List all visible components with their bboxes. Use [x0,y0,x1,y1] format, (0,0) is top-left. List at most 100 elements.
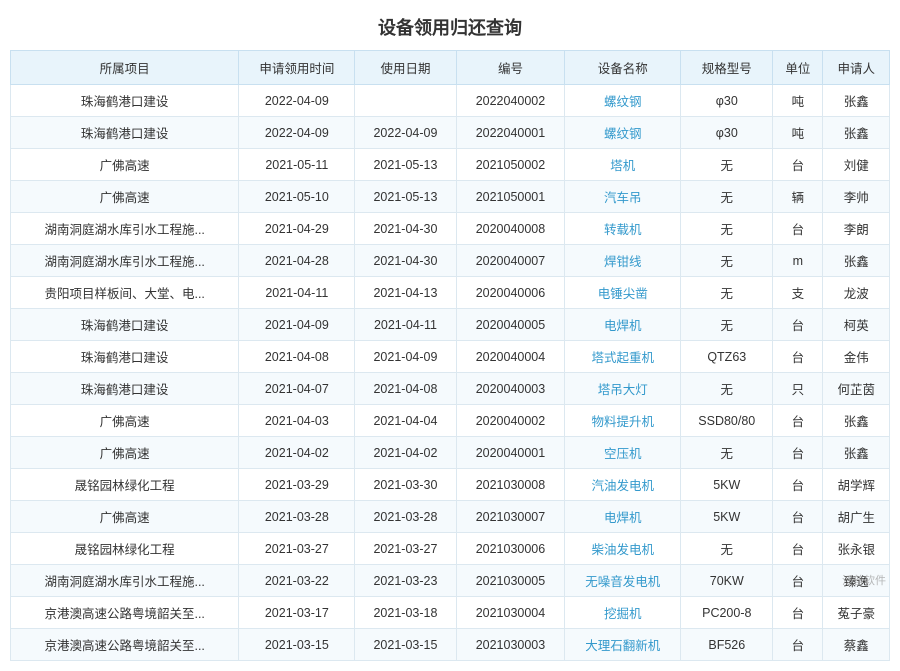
table-cell-13-0: 广佛高速 [11,501,239,533]
table-cell-2-1: 2021-05-11 [239,149,355,181]
table-cell-15-1: 2021-03-22 [239,565,355,597]
table-cell-1-1: 2022-04-09 [239,117,355,149]
table-cell-14-4[interactable]: 柴油发电机 [565,533,681,565]
table-cell-6-4[interactable]: 电锤尖凿 [565,277,681,309]
table-cell-16-0: 京港澳高速公路粤境韶关至... [11,597,239,629]
table-cell-8-0: 珠海鹤港口建设 [11,341,239,373]
table-cell-2-6: 台 [773,149,823,181]
table-cell-3-4[interactable]: 汽车吊 [565,181,681,213]
table-cell-17-4[interactable]: 大理石翻新机 [565,629,681,661]
table-cell-2-3: 2021050002 [456,149,565,181]
table-cell-1-7: 张鑫 [823,117,890,149]
table-cell-14-1: 2021-03-27 [239,533,355,565]
device-link[interactable]: 塔吊大灯 [598,383,648,397]
table-cell-14-7: 张永银 [823,533,890,565]
table-cell-14-5: 无 [681,533,773,565]
table-cell-14-0: 晟铭园林绿化工程 [11,533,239,565]
table-header-6: 单位 [773,51,823,85]
device-link[interactable]: 空压机 [604,447,642,461]
table-header-1: 申请领用时间 [239,51,355,85]
table-cell-9-1: 2021-04-07 [239,373,355,405]
table-cell-3-1: 2021-05-10 [239,181,355,213]
table-cell-15-0: 湖南洞庭湖水库引水工程施... [11,565,239,597]
device-link[interactable]: 螺纹钢 [604,127,642,141]
table-cell-16-3: 2021030004 [456,597,565,629]
device-link[interactable]: 汽油发电机 [591,479,654,493]
device-link[interactable]: 塔式起重机 [591,351,654,365]
device-link[interactable]: 螺纹钢 [604,95,642,109]
table-cell-15-6: 台 [773,565,823,597]
table-cell-9-5: 无 [681,373,773,405]
device-link[interactable]: 电焊机 [604,511,642,525]
table-cell-5-4[interactable]: 焊钳线 [565,245,681,277]
table-row: 湖南洞庭湖水库引水工程施...2021-04-282021-04-3020200… [11,245,890,277]
device-link[interactable]: 转载机 [604,223,642,237]
table-cell-11-0: 广佛高速 [11,437,239,469]
table-cell-16-5: PC200-8 [681,597,773,629]
watermark: 泛普软件 [842,572,886,588]
table-row: 湖南洞庭湖水库引水工程施...2021-04-292021-04-3020200… [11,213,890,245]
device-link[interactable]: 电锤尖凿 [598,287,648,301]
table-cell-0-6: 吨 [773,85,823,117]
table-cell-6-1: 2021-04-11 [239,277,355,309]
table-cell-13-4[interactable]: 电焊机 [565,501,681,533]
table-cell-4-3: 2020040008 [456,213,565,245]
table-row: 广佛高速2021-04-022021-04-022020040001空压机无台张… [11,437,890,469]
table-row: 珠海鹤港口建设2021-04-072021-04-082020040003塔吊大… [11,373,890,405]
table-cell-4-7: 李朗 [823,213,890,245]
table-cell-1-6: 吨 [773,117,823,149]
table-container: 所属项目申请领用时间使用日期编号设备名称规格型号单位申请人 珠海鹤港口建设202… [0,50,900,671]
table-cell-2-4[interactable]: 塔机 [565,149,681,181]
table-cell-8-3: 2020040004 [456,341,565,373]
table-cell-4-4[interactable]: 转载机 [565,213,681,245]
table-cell-16-4[interactable]: 挖掘机 [565,597,681,629]
table-cell-14-3: 2021030006 [456,533,565,565]
table-cell-0-0: 珠海鹤港口建设 [11,85,239,117]
table-cell-4-0: 湖南洞庭湖水库引水工程施... [11,213,239,245]
table-cell-1-4[interactable]: 螺纹钢 [565,117,681,149]
table-cell-7-4[interactable]: 电焊机 [565,309,681,341]
table-cell-17-6: 台 [773,629,823,661]
table-cell-16-7: 菟子豪 [823,597,890,629]
device-link[interactable]: 柴油发电机 [591,543,654,557]
table-cell-12-2: 2021-03-30 [355,469,456,501]
table-cell-9-4[interactable]: 塔吊大灯 [565,373,681,405]
table-cell-1-0: 珠海鹤港口建设 [11,117,239,149]
table-cell-15-4[interactable]: 无噪音发电机 [565,565,681,597]
table-cell-7-6: 台 [773,309,823,341]
table-cell-10-0: 广佛高速 [11,405,239,437]
table-cell-8-2: 2021-04-09 [355,341,456,373]
device-link[interactable]: 挖掘机 [604,607,642,621]
table-cell-17-7: 蔡鑫 [823,629,890,661]
device-link[interactable]: 无噪音发电机 [585,575,660,589]
table-cell-5-7: 张鑫 [823,245,890,277]
table-cell-10-1: 2021-04-03 [239,405,355,437]
table-cell-10-4[interactable]: 物料提升机 [565,405,681,437]
table-header-7: 申请人 [823,51,890,85]
table-cell-2-5: 无 [681,149,773,181]
table-cell-16-6: 台 [773,597,823,629]
table-cell-9-6: 只 [773,373,823,405]
table-cell-0-5: φ30 [681,85,773,117]
table-row: 广佛高速2021-04-032021-04-042020040002物料提升机S… [11,405,890,437]
table-cell-9-7: 何芷茵 [823,373,890,405]
table-cell-13-6: 台 [773,501,823,533]
table-header-4: 设备名称 [565,51,681,85]
table-cell-11-2: 2021-04-02 [355,437,456,469]
table-cell-0-3: 2022040002 [456,85,565,117]
device-link[interactable]: 大理石翻新机 [585,639,660,653]
device-link[interactable]: 汽车吊 [604,191,642,205]
table-cell-1-3: 2022040001 [456,117,565,149]
table-cell-11-4[interactable]: 空压机 [565,437,681,469]
device-link[interactable]: 塔机 [610,159,635,173]
table-cell-10-3: 2020040002 [456,405,565,437]
device-link[interactable]: 物料提升机 [591,415,654,429]
table-cell-12-4[interactable]: 汽油发电机 [565,469,681,501]
device-link[interactable]: 焊钳线 [604,255,642,269]
table-row: 京港澳高速公路粤境韶关至...2021-03-152021-03-1520210… [11,629,890,661]
table-cell-8-4[interactable]: 塔式起重机 [565,341,681,373]
page-title: 设备领用归还查询 [0,0,900,50]
device-link[interactable]: 电焊机 [604,319,642,333]
table-cell-0-4[interactable]: 螺纹钢 [565,85,681,117]
table-cell-0-7: 张鑫 [823,85,890,117]
